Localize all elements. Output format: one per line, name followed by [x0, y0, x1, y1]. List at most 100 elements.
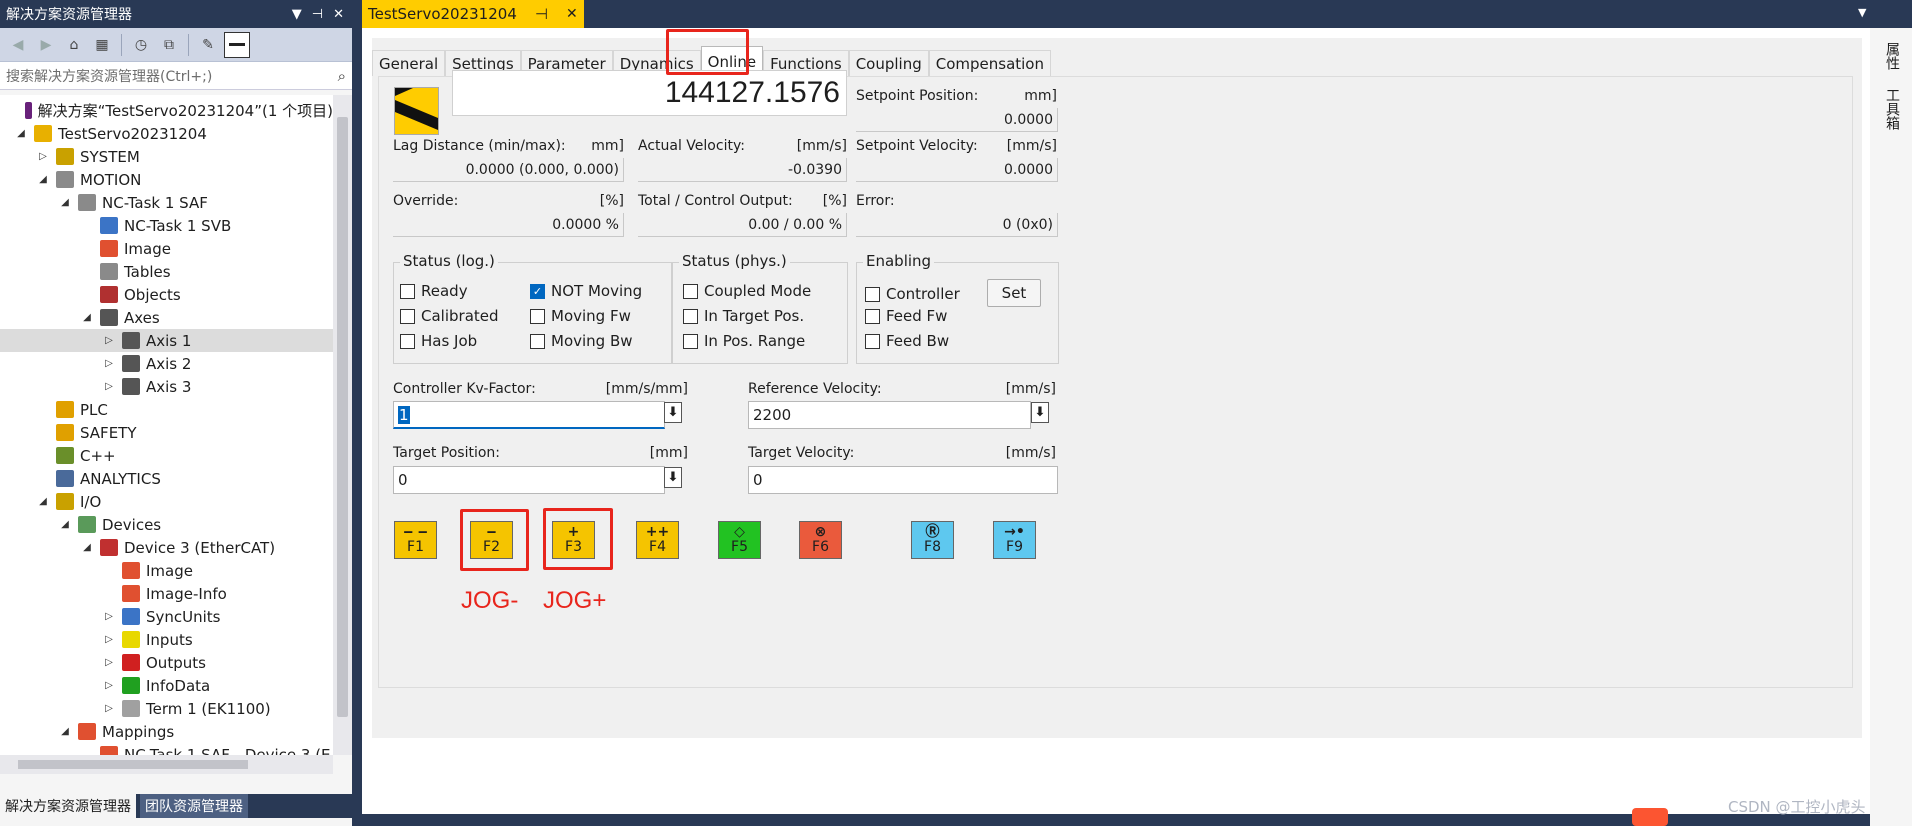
reference-velocity-download-button[interactable]: ⬇: [1031, 402, 1049, 423]
expand-icon[interactable]: ▷: [102, 634, 116, 645]
expand-icon[interactable]: ▷: [102, 381, 116, 392]
document-tab[interactable]: TestServo20231204 ⊣ ✕: [362, 0, 584, 28]
pin-icon[interactable]: ⊣: [535, 5, 548, 23]
checkbox[interactable]: [865, 333, 880, 349]
collapse-icon[interactable]: ◢: [36, 496, 50, 507]
kv-factor-download-button[interactable]: ⬇: [664, 402, 682, 423]
target-velocity-input[interactable]: 0: [748, 466, 1058, 494]
tree-item[interactable]: SAFETY: [0, 421, 333, 444]
collapse-icon[interactable]: ◢: [80, 312, 94, 323]
checkbox[interactable]: [400, 308, 415, 324]
expand-icon[interactable]: ▷: [102, 335, 116, 346]
enabling-checkbox[interactable]: Feed Fw: [865, 307, 947, 325]
dropdown-icon[interactable]: ▼: [292, 7, 302, 22]
f1-button[interactable]: ‒ ‒ F1: [394, 521, 437, 559]
tree-item[interactable]: ▷ Axis 3: [0, 375, 333, 398]
enabling-checkbox[interactable]: Feed Bw: [865, 332, 949, 350]
tree-item[interactable]: Image-Info: [0, 582, 333, 605]
collapse-all-icon[interactable]: ⧉: [157, 33, 181, 57]
tree-vertical-scrollbar[interactable]: [333, 95, 352, 755]
tree-item[interactable]: ◢ MOTION: [0, 168, 333, 191]
tree-item[interactable]: ▷ SYSTEM: [0, 145, 333, 168]
checkbox[interactable]: [400, 283, 415, 299]
tree-item[interactable]: ◢ NC-Task 1 SAF: [0, 191, 333, 214]
window-menu-icon[interactable]: ▼: [1858, 6, 1866, 19]
properties-wrench-icon[interactable]: ✎: [196, 33, 220, 57]
history-icon[interactable]: ◷: [129, 33, 153, 57]
back-icon[interactable]: ◀: [6, 33, 30, 57]
collapse-icon[interactable]: ◢: [80, 542, 94, 553]
reference-velocity-input[interactable]: 2200: [748, 401, 1031, 429]
preview-toggle-icon[interactable]: [224, 31, 250, 58]
status-phys-checkbox[interactable]: In Target Pos.: [683, 307, 804, 325]
tree-item[interactable]: ◢ Devices: [0, 513, 333, 536]
close-icon[interactable]: ✕: [566, 6, 578, 22]
checkbox[interactable]: [400, 333, 415, 349]
f8-button[interactable]: Ⓡ F8: [911, 521, 954, 559]
tree-item[interactable]: C++: [0, 444, 333, 467]
tree-horizontal-scrollbar[interactable]: [0, 755, 333, 774]
collapse-icon[interactable]: ◢: [14, 128, 28, 139]
checkbox[interactable]: [530, 333, 545, 349]
expand-icon[interactable]: ▷: [102, 703, 116, 714]
scrollbar-thumb[interactable]: [18, 760, 248, 769]
status-log-checkbox[interactable]: ✓ NOT Moving: [530, 282, 642, 300]
tree-item[interactable]: ▷ Axis 2: [0, 352, 333, 375]
f4-button[interactable]: ++ F4: [636, 521, 679, 559]
checkbox[interactable]: [683, 283, 698, 299]
tree-item[interactable]: 解决方案“TestServo20231204”(1 个项目): [0, 99, 333, 122]
tab-solution-explorer[interactable]: 解决方案资源管理器: [0, 794, 136, 818]
tree-item[interactable]: ▷ Term 1 (EK1100): [0, 697, 333, 720]
status-log-checkbox[interactable]: Has Job: [400, 332, 477, 350]
target-position-download-button[interactable]: ⬇: [664, 467, 682, 488]
target-position-input[interactable]: 0: [393, 466, 665, 494]
status-log-checkbox[interactable]: Moving Fw: [530, 307, 631, 325]
tree-item[interactable]: Objects: [0, 283, 333, 306]
toolbox-tab[interactable]: 工具箱: [1882, 88, 1902, 130]
properties-tab[interactable]: 属性: [1882, 42, 1902, 70]
tab-team-explorer[interactable]: 团队资源管理器: [140, 794, 248, 818]
switch-views-icon[interactable]: ▦: [90, 33, 114, 57]
tree-item[interactable]: ◢ TestServo20231204: [0, 122, 333, 145]
status-log-checkbox[interactable]: Moving Bw: [530, 332, 633, 350]
checkbox[interactable]: [683, 333, 698, 349]
tab-compensation[interactable]: Compensation: [928, 50, 1051, 76]
collapse-icon[interactable]: ◢: [36, 174, 50, 185]
tree-item[interactable]: Tables: [0, 260, 333, 283]
tree-item[interactable]: Image: [0, 559, 333, 582]
expand-icon[interactable]: ▷: [102, 611, 116, 622]
pin-icon[interactable]: ⊣: [312, 7, 323, 22]
kv-factor-input[interactable]: 1: [393, 401, 665, 429]
f5-button[interactable]: ◇ F5: [718, 521, 761, 559]
status-log-checkbox[interactable]: Calibrated: [400, 307, 499, 325]
collapse-icon[interactable]: ◢: [58, 197, 72, 208]
tree-item[interactable]: ▷ Inputs: [0, 628, 333, 651]
enabling-set-button[interactable]: Set: [987, 279, 1041, 307]
tab-coupling[interactable]: Coupling: [848, 50, 929, 76]
tree-item[interactable]: Image: [0, 237, 333, 260]
checkbox[interactable]: [530, 308, 545, 324]
scrollbar-thumb[interactable]: [337, 117, 348, 717]
search-icon[interactable]: ⌕: [338, 67, 346, 85]
expand-icon[interactable]: ▷: [102, 680, 116, 691]
collapse-icon[interactable]: ◢: [58, 519, 72, 530]
checkbox[interactable]: [865, 286, 880, 302]
enabling-checkbox[interactable]: Controller: [865, 285, 960, 303]
tree-item[interactable]: ▷ Axis 1: [0, 329, 333, 352]
tree-item[interactable]: ▷ SyncUnits: [0, 605, 333, 628]
checkbox[interactable]: [865, 308, 880, 324]
collapse-icon[interactable]: ◢: [58, 726, 72, 737]
tree-item[interactable]: ANALYTICS: [0, 467, 333, 490]
expand-icon[interactable]: ▷: [36, 151, 50, 162]
forward-icon[interactable]: ▶: [34, 33, 58, 57]
tab-general[interactable]: General: [372, 50, 446, 76]
checkbox[interactable]: ✓: [530, 283, 545, 299]
tree-item[interactable]: ◢ I/O: [0, 490, 333, 513]
tree-item[interactable]: ◢ Mappings: [0, 720, 333, 743]
search-box[interactable]: 搜索解决方案资源管理器(Ctrl+;) ⌕: [0, 62, 352, 90]
status-log-checkbox[interactable]: Ready: [400, 282, 468, 300]
tree-item[interactable]: NC-Task 1 SAF - Device 3 (E: [0, 743, 333, 755]
tree-item[interactable]: PLC: [0, 398, 333, 421]
status-phys-checkbox[interactable]: Coupled Mode: [683, 282, 811, 300]
f6-button[interactable]: ⊗ F6: [799, 521, 842, 559]
